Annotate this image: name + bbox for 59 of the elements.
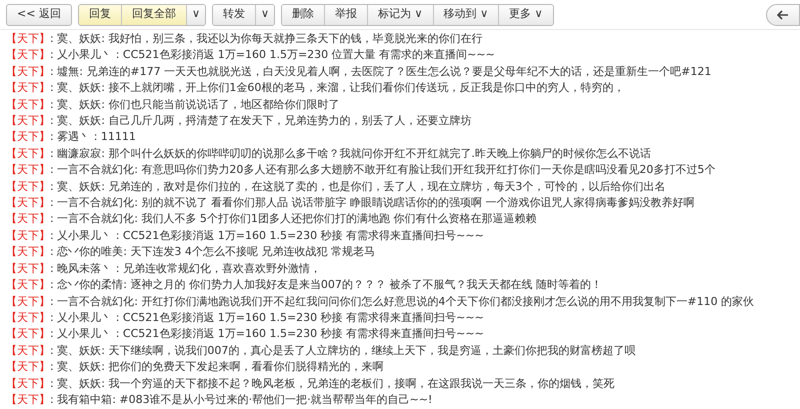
channel-tag: 【天下】	[6, 129, 50, 146]
message-text: : 一言不合就幻化: 有意思吗你们势力20多人还有那么多大翅膀不敢开红有脸让我们开红我开红打你们一天你是瞎吗没看见20多打不过5个	[50, 162, 716, 178]
channel-tag: 【天下】	[6, 178, 50, 196]
channel-tag: 【天下】	[6, 277, 50, 294]
toolbar-button[interactable]: 举报	[325, 4, 368, 24]
dropdown-button[interactable]: ∨	[186, 4, 205, 24]
toolbar-button[interactable]: 标记为 ∨	[368, 4, 434, 24]
message-text: : 乂小果儿丶 : CC521色彩接消返 1万=160 1.5=230 秒接 有需求得来直播间扫号~~~	[50, 326, 484, 342]
channel-tag: 【天下】	[6, 146, 50, 162]
channel-tag: 【天下】	[6, 310, 50, 326]
channel-tag: 【天下】	[6, 195, 50, 212]
message-text: : 寞、妖妖: 接不上就闭嘴，开上你们1金60根的老马，来溜，让我们看你们传送玩，反正我是你口中的穷人，特穷的，	[50, 80, 624, 96]
toolbar-button[interactable]: 删除	[282, 4, 326, 24]
toolbar-button[interactable]: 更多 ∨	[499, 4, 553, 24]
message-text: : 我有箱中箱: #083谁不是从小号过来的·帮他们一把·就当帮帮当年的自己~~!	[50, 392, 432, 408]
channel-tag: 【天下】	[6, 113, 50, 130]
channel-tag: 【天下】	[6, 31, 50, 48]
message-text: : 雾遇丶 : 11111	[50, 129, 136, 146]
toolbar-button[interactable]: 移动到 ∨	[434, 4, 500, 24]
channel-tag: 【天下】	[6, 47, 50, 64]
toolbar-button[interactable]: 回复全部	[122, 4, 187, 24]
message-text: : 恋丷你的唯美: 天下连发3 4个怎么不接呢 兄弟连收战犯 常规老马	[50, 244, 375, 260]
channel-tag: 【天下】	[6, 260, 50, 278]
toolbar-button[interactable]: 回复	[78, 4, 122, 24]
channel-tag: 【天下】	[6, 228, 50, 244]
channel-tag: 【天下】	[6, 326, 50, 343]
channel-tag: 【天下】	[6, 342, 50, 360]
back-arrow-button[interactable]	[766, 4, 800, 26]
channel-tag: 【天下】	[6, 392, 50, 408]
message-text: : 寞、妖妖: 兄弟连的，敌对是你们拉的，在这脱了卖的，也是你们，丢了人，现在立牌坊，每天3个，可怜的，以后给你们出名	[50, 178, 666, 195]
channel-tag: 【天下】	[6, 294, 50, 310]
message-text: : 晚风未落丶 : 兄弟连收常规幻化，喜欢喜欢野外激情，	[50, 260, 321, 277]
message-text: : 寞、妖妖: 把你们的免费天下发起来啊，看看你们脱得精光的，来啊	[50, 359, 384, 376]
channel-tag: 【天下】	[6, 244, 50, 261]
message-text: : 寞、妖妖: 我好怕，别三条，我还以为你每天就挣三条天下的钱，毕竟脱光来的你们在行	[50, 31, 482, 47]
message-text: : 寞、妖妖: 你们也只能当前说说话了，地区都给你们限时了	[50, 96, 340, 113]
toolbar-button[interactable]: 转发	[213, 4, 256, 24]
channel-tag: 【天下】	[6, 359, 50, 376]
message-text: : 一言不合就幻化: 开红打你们满地跑说我们开不起红我问问你们怎么好意思说的4个天下你们都没接刚才怎么说的用不用我复制下一#110 的家伙	[50, 294, 754, 310]
dropdown-button[interactable]: ∨	[256, 4, 274, 24]
message-text: : 寞、妖妖: 自己几斤几两，捋清楚了在发天下，兄弟连势力的，别丢了人，还要立牌坊	[50, 113, 472, 130]
message-text: : 念丷你的柔情: 逐神之月的 你们势力人加我好友是来当007的？？？ 被杀了不服气？我天天都在线 随时等着的！	[50, 277, 602, 294]
message-text: : 寞、妖妖: 我一个穷逼的天下都接不起？晚风老板，兄弟连的老板们，接啊，在这跟我说一天三条，你的烟钱，笑死	[50, 376, 614, 392]
message-text: : 幽濂寂寂: 那个叫什么妖妖的你哔哔叨叨的说那么多干啥？我就问你开红不开红就完了.昨天晚上你躺尸的时候你怎么不说话	[50, 146, 651, 162]
message-text: : 乂小果儿丶 : CC521色彩接消返 1万=160 1.5=230 秒接 有需求得来直播间扫号~~~	[50, 310, 484, 326]
message-text: : 寞、妖妖: 天下继续啊，说我们007的，真心是丢了人立牌坊的，继续上天下，我是穷逼，土豪们你把我的财富榜超了呗	[50, 342, 636, 359]
message-text: : 乂小果儿丶 : CC521色彩接消返 1万=160 1.5万=230 位置大量 有需求的来直播间~~~	[50, 47, 495, 64]
message-text: : 墟無: 兄弟连的#177 一天天也就脱光送，白天没见着人啊，去医院了？医生怎么说？要是父母年纪不大的话，还是重新生一个吧#121	[50, 64, 712, 80]
back-button[interactable]: << 返回	[6, 4, 72, 26]
message-text: : 一言不合就幻化: 别的就不说了 看看你们那人品 说话带脏字 睁眼睛说瞎话你的的强项啊 一个游戏你诅咒人家得病毒爹妈没教养好啊	[50, 195, 694, 212]
channel-tag: 【天下】	[6, 64, 50, 80]
message-text: : 乂小果儿丶 : CC521色彩接消返 1万=160 1.5=230 秒接 有需求得来直播间扫号~~~	[50, 228, 484, 244]
channel-tag: 【天下】	[6, 211, 50, 228]
channel-tag: 【天下】	[6, 162, 50, 179]
channel-tag: 【天下】	[6, 96, 50, 114]
channel-tag: 【天下】	[6, 376, 50, 392]
left-arrow-icon	[777, 10, 789, 20]
channel-tag: 【天下】	[6, 80, 50, 97]
message-text: : 一言不合就幻化: 我们人不多 5个打你们1团多人还把你们打的满地跑 你们有什么资格在那逼逼赖赖	[50, 211, 536, 228]
